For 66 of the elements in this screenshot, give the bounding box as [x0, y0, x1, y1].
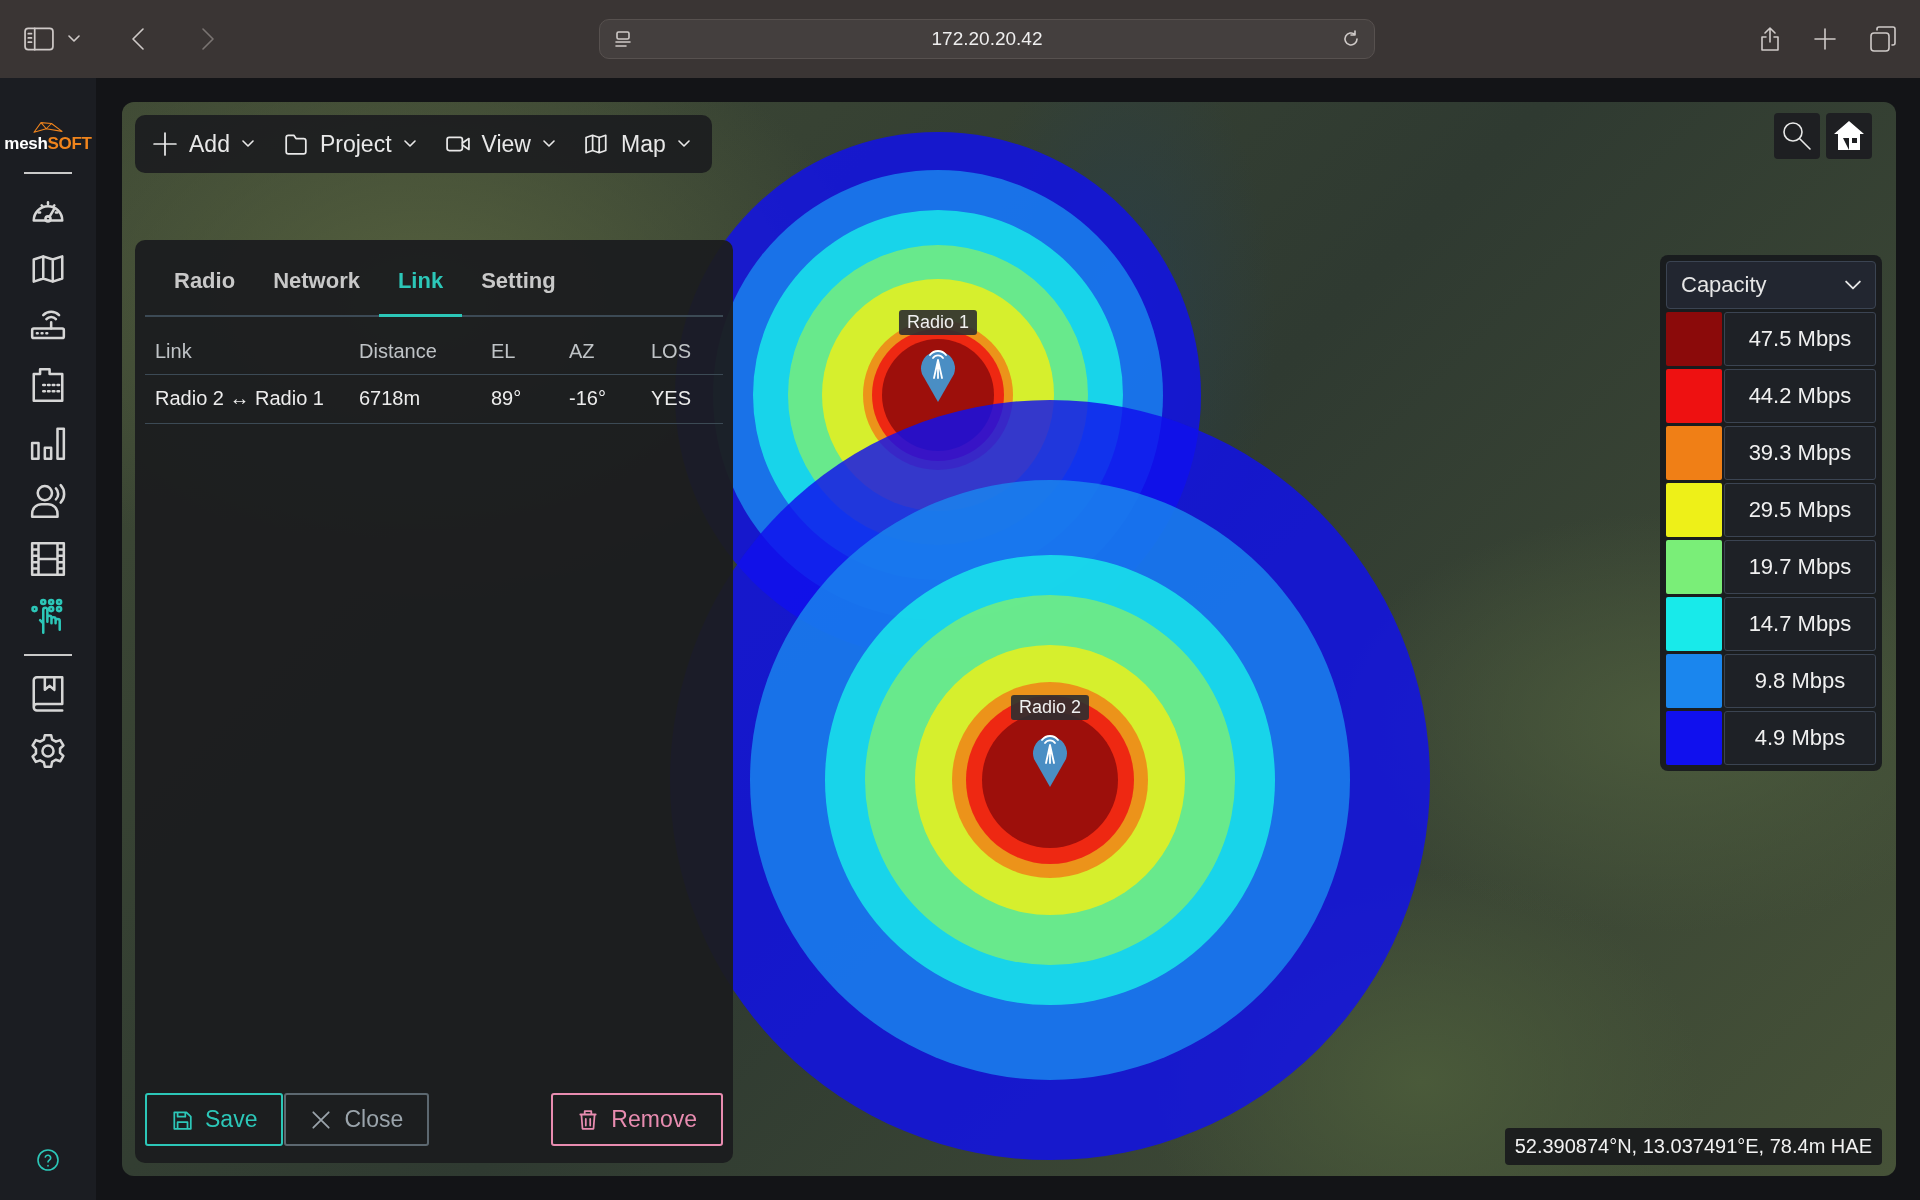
- column-header: Distance: [349, 317, 481, 375]
- book-icon[interactable]: [29, 674, 67, 712]
- legend-value: 47.5 Mbps: [1724, 312, 1876, 366]
- settings-icon[interactable]: [29, 732, 67, 770]
- legend-value: 9.8 Mbps: [1724, 654, 1876, 708]
- column-header: EL: [481, 317, 559, 375]
- coordinates-readout: 52.390874°N, 13.037491°E, 78.4m HAE: [1504, 1128, 1882, 1165]
- trash-icon: [577, 1108, 600, 1131]
- close-button[interactable]: Close: [284, 1093, 430, 1146]
- legend-value: 44.2 Mbps: [1724, 369, 1876, 423]
- back-icon[interactable]: [132, 28, 144, 50]
- legend-value: 19.7 Mbps: [1724, 540, 1876, 594]
- share-icon[interactable]: [1760, 26, 1780, 52]
- plus-icon[interactable]: [1814, 28, 1836, 50]
- column-header: LOS: [641, 317, 723, 375]
- chevron-down-icon[interactable]: [68, 35, 80, 43]
- legend-value: 4.9 Mbps: [1724, 711, 1876, 765]
- table-cell: -16°: [559, 374, 641, 424]
- radio-label: Radio 2: [1011, 695, 1089, 720]
- building-icon[interactable]: [29, 366, 67, 404]
- close-icon: [310, 1108, 333, 1131]
- tabs-icon[interactable]: [1870, 26, 1896, 52]
- film-icon[interactable]: [29, 540, 67, 578]
- table-cell: YES: [641, 374, 723, 424]
- panel-tab[interactable]: Network: [254, 262, 379, 317]
- panel-tab[interactable]: Radio: [155, 262, 255, 317]
- chevron-down-icon: [403, 140, 416, 148]
- save-button[interactable]: Save: [145, 1093, 284, 1146]
- toolbar-menu[interactable]: Map: [584, 130, 690, 158]
- url-text: 172.20.20.42: [930, 28, 1044, 50]
- plus-icon: [153, 132, 177, 156]
- forward-icon[interactable]: [202, 28, 214, 50]
- legend-value: 39.3 Mbps: [1724, 426, 1876, 480]
- legend-value: 29.5 Mbps: [1724, 483, 1876, 537]
- sidebar-toggle-icon[interactable]: [24, 27, 54, 51]
- legend-value: 14.7 Mbps: [1724, 597, 1876, 651]
- toolbar-menu[interactable]: Project: [283, 130, 416, 158]
- search-icon[interactable]: [1774, 113, 1820, 159]
- folder-icon: [283, 132, 308, 156]
- reload-icon[interactable]: [1342, 30, 1360, 48]
- radio-label: Radio 1: [899, 310, 977, 335]
- mesh-logo-icon: [30, 120, 66, 134]
- bar-chart-icon[interactable]: [29, 424, 67, 462]
- toolbar-menu[interactable]: View: [445, 130, 555, 158]
- page-icon: [614, 30, 632, 48]
- panel-tab[interactable]: Link: [378, 262, 463, 317]
- remove-button[interactable]: Remove: [551, 1093, 723, 1146]
- table-cell: Radio 2 ↔ Radio 1: [145, 374, 349, 424]
- panel-tab[interactable]: Setting: [462, 262, 575, 317]
- chevron-down-icon: [1845, 280, 1861, 290]
- home-icon[interactable]: [1826, 113, 1872, 159]
- map-icon: [584, 132, 609, 156]
- logo-text: meshSOFT: [4, 134, 92, 154]
- column-header: Link: [145, 317, 349, 375]
- person-signal-icon[interactable]: [29, 482, 67, 520]
- chevron-down-icon: [677, 140, 690, 148]
- column-header: AZ: [559, 317, 641, 375]
- chevron-down-icon: [241, 140, 254, 148]
- satellite-map[interactable]: [122, 102, 1896, 1176]
- help-icon[interactable]: [36, 1148, 60, 1172]
- chevron-down-icon: [542, 140, 555, 148]
- address-bar[interactable]: 172.20.20.42: [599, 19, 1375, 59]
- toolbar-menu[interactable]: Add: [153, 130, 254, 158]
- table-cell: 6718m: [349, 374, 481, 424]
- table-cell: 89°: [481, 374, 559, 424]
- legend-dropdown[interactable]: Capacity: [1666, 261, 1876, 309]
